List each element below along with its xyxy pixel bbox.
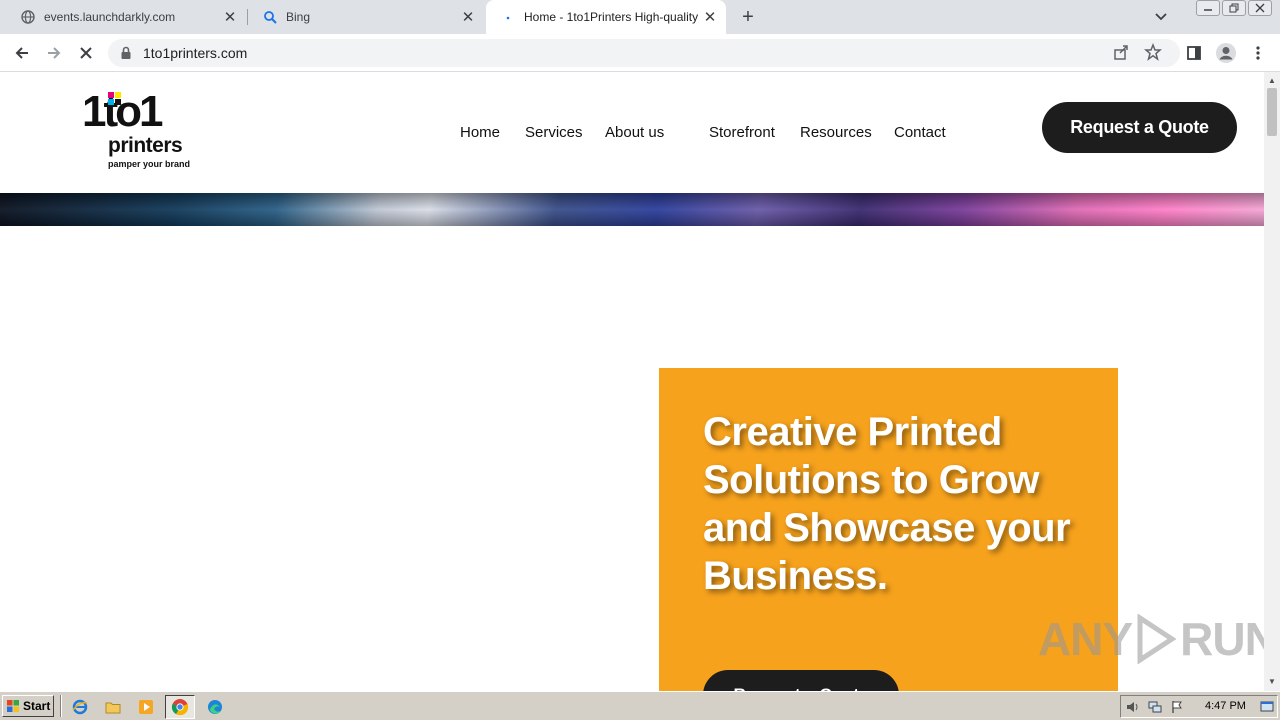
close-window-icon[interactable] xyxy=(1248,0,1272,16)
new-tab-button[interactable]: + xyxy=(736,6,760,28)
hero-request-quote-button[interactable]: Request a Quote xyxy=(703,670,899,691)
tab-title: Bing xyxy=(286,10,311,24)
nav-storefront[interactable]: Storefront xyxy=(709,124,775,141)
edge-icon[interactable] xyxy=(205,697,225,717)
request-quote-button[interactable]: Request a Quote xyxy=(1042,102,1237,153)
start-label: Start xyxy=(23,699,51,713)
start-button[interactable]: Start xyxy=(2,695,54,717)
folder-icon[interactable] xyxy=(103,697,123,717)
windows-taskbar: Start 4:47 PM xyxy=(0,691,1280,720)
chrome-icon[interactable] xyxy=(165,695,195,719)
logo-tagline: pamper your brand xyxy=(108,159,191,169)
logo-word: printers xyxy=(108,134,183,157)
scroll-down-arrow-icon[interactable]: ▼ xyxy=(1264,675,1280,689)
nav-home[interactable]: Home xyxy=(460,124,500,141)
back-arrow-icon[interactable] xyxy=(10,41,34,65)
loading-dot-icon xyxy=(500,9,516,25)
globe-icon xyxy=(20,9,36,25)
site-logo[interactable]: 1to1 printers pamper your brand xyxy=(82,90,202,174)
forward-arrow-icon[interactable] xyxy=(42,41,66,65)
play-logo-icon xyxy=(1137,614,1177,664)
nav-resources[interactable]: Resources xyxy=(800,124,872,141)
tab-title: Home - 1to1Printers High-quality Prin xyxy=(524,10,700,24)
minimize-icon[interactable] xyxy=(1196,0,1220,16)
tab-close-icon[interactable]: ✕ xyxy=(700,7,720,27)
stop-loading-icon[interactable] xyxy=(74,41,98,65)
internet-explorer-icon[interactable] xyxy=(70,697,90,717)
action-center-flag-icon[interactable] xyxy=(1169,699,1185,715)
window-controls xyxy=(1196,0,1272,16)
browser-toolbar: 1to1printers.com xyxy=(0,34,1280,72)
tab-bing[interactable]: Bing ✕ xyxy=(248,0,484,34)
tab-close-icon[interactable]: ✕ xyxy=(220,7,240,27)
tab-1to1printers[interactable]: Home - 1to1Printers High-quality Prin ✕ xyxy=(486,0,726,34)
volume-icon[interactable] xyxy=(1125,699,1141,715)
nav-services[interactable]: Services xyxy=(525,124,583,141)
tab-launchdarkly[interactable]: events.launchdarkly.com ✕ xyxy=(6,0,246,34)
watermark-left: ANY xyxy=(1038,613,1133,665)
tab-close-icon[interactable]: ✕ xyxy=(458,7,478,27)
anyrun-watermark: ANY RUN xyxy=(1038,612,1264,666)
show-desktop-icon[interactable] xyxy=(1259,699,1275,715)
search-icon xyxy=(262,9,278,25)
share-icon[interactable] xyxy=(1112,43,1130,66)
scroll-thumb[interactable] xyxy=(1267,88,1277,136)
page-scrollbar[interactable]: ▲ ▼ xyxy=(1264,72,1280,691)
nav-contact[interactable]: Contact xyxy=(894,124,946,141)
tab-strip: events.launchdarkly.com ✕ Bing ✕ Home - … xyxy=(0,0,1280,34)
more-menu-icon[interactable] xyxy=(1246,41,1270,65)
watermark-right: RUN xyxy=(1180,613,1264,665)
scroll-up-arrow-icon[interactable]: ▲ xyxy=(1264,74,1280,88)
restore-icon[interactable] xyxy=(1222,0,1246,16)
network-icon[interactable] xyxy=(1147,699,1163,715)
chevron-down-icon[interactable] xyxy=(1150,6,1172,28)
system-tray: 4:47 PM xyxy=(1120,695,1278,718)
color-banner xyxy=(0,193,1264,226)
lock-icon[interactable] xyxy=(120,46,132,65)
windows-flag-icon xyxy=(7,700,19,712)
hero-title: Creative Printed Solutions to Grow and S… xyxy=(703,410,1071,598)
nav-about-us[interactable]: About us xyxy=(605,124,664,141)
cmyk-squares-icon xyxy=(108,92,122,106)
address-bar[interactable]: 1to1printers.com xyxy=(108,39,1180,67)
url-text: 1to1printers.com xyxy=(143,45,248,61)
taskbar-divider xyxy=(60,695,62,717)
profile-avatar-icon[interactable] xyxy=(1214,41,1238,65)
media-player-icon[interactable] xyxy=(136,697,156,717)
side-panel-icon[interactable] xyxy=(1182,41,1206,65)
bookmark-star-icon[interactable] xyxy=(1144,42,1162,66)
site-header: 1to1 printers pamper your brand Home Ser… xyxy=(0,72,1264,193)
tab-title: events.launchdarkly.com xyxy=(44,10,176,24)
taskbar-clock[interactable]: 4:47 PM xyxy=(1205,700,1246,712)
page-viewport: 1to1 printers pamper your brand Home Ser… xyxy=(0,72,1264,691)
